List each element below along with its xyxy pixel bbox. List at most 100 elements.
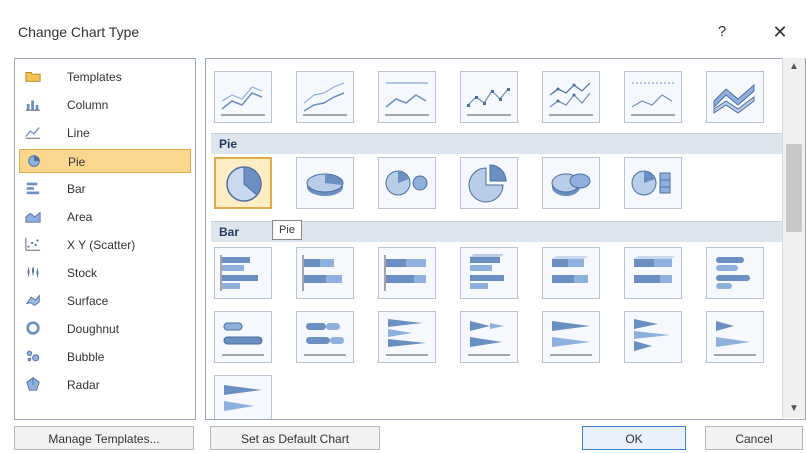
bar-subtype-tile[interactable] <box>706 311 764 363</box>
3d-clustered-bar-icon <box>470 254 504 289</box>
stacked-line-icon <box>303 82 347 116</box>
category-item-radar[interactable]: Radar <box>19 373 191 397</box>
stacked-bar-icon <box>302 255 342 291</box>
category-label: Stock <box>67 266 98 280</box>
100-stacked-cone-bar-icon <box>550 321 592 356</box>
bar-subtype-tile[interactable] <box>624 247 682 299</box>
line-subtype-tile[interactable] <box>542 71 600 123</box>
pie-subtype-tile[interactable] <box>542 157 600 209</box>
category-item-area[interactable]: Area <box>19 205 191 229</box>
stacked-pyramid-bar-icon <box>714 321 756 356</box>
exploded-pie-icon <box>468 164 507 203</box>
dialog-title: Change Chart Type <box>18 24 140 40</box>
bar-subtype-tile[interactable] <box>542 311 600 363</box>
set-default-chart-button[interactable]: Set as Default Chart <box>210 426 380 450</box>
scroll-up-icon[interactable]: ▲ <box>783 58 805 76</box>
percent-line-icon <box>385 82 429 116</box>
100-stacked-pyramid-bar-icon <box>224 385 262 411</box>
category-item-bar[interactable]: Bar <box>19 177 191 201</box>
category-item-scatter[interactable]: X Y (Scatter) <box>19 233 191 257</box>
ok-button[interactable]: OK <box>582 426 686 450</box>
cone-bar-icon <box>386 319 428 356</box>
category-item-doughnut[interactable]: Doughnut <box>19 317 191 341</box>
chart-category-list: Templates Column Line Pie Bar Area X Y (… <box>14 58 196 420</box>
bar-subtype-tile[interactable] <box>460 311 518 363</box>
bar-subtype-tile[interactable] <box>378 247 436 299</box>
category-item-templates[interactable]: Templates <box>19 65 191 89</box>
category-label: X Y (Scatter) <box>67 238 136 252</box>
line-subtype-tile[interactable] <box>378 71 436 123</box>
3d-exploded-pie-icon <box>551 173 591 196</box>
line-subtype-tile[interactable] <box>296 71 354 123</box>
bar-subtype-tile[interactable] <box>542 247 600 299</box>
category-item-pie[interactable]: Pie <box>19 149 191 173</box>
category-label: Bubble <box>67 350 105 364</box>
bar-subtype-tile[interactable] <box>460 247 518 299</box>
manage-templates-button[interactable]: Manage Templates... <box>14 426 194 450</box>
category-item-surface[interactable]: Surface <box>19 289 191 313</box>
scatter-chart-icon <box>25 237 41 251</box>
cylinder-bar-icon <box>716 257 750 289</box>
line-chart-icon <box>25 127 41 139</box>
pie-chart-icon <box>28 155 40 167</box>
cylinder-bar-icon <box>222 322 264 356</box>
3d-pie-icon <box>306 173 344 196</box>
bar-of-pie-icon <box>631 170 671 196</box>
line-chart-icon <box>221 86 265 116</box>
area-chart-icon <box>25 211 41 223</box>
category-label: Bar <box>67 182 86 196</box>
category-label: Templates <box>67 70 122 84</box>
pie-subtype-tile-selected[interactable] <box>214 157 272 209</box>
category-label: Pie <box>68 155 86 169</box>
100-stacked-bar-icon <box>384 255 426 291</box>
3d-line-icon <box>713 83 755 114</box>
category-label: Radar <box>67 378 100 392</box>
bar-subtype-tile[interactable] <box>706 247 764 299</box>
scroll-down-icon[interactable]: ▼ <box>783 400 805 418</box>
bar-subtype-tile[interactable] <box>214 247 272 299</box>
line-subtype-tile[interactable] <box>624 71 682 123</box>
stacked-cylinder-bar-icon <box>304 323 346 356</box>
help-button[interactable]: ? <box>710 20 734 44</box>
stacked-cone-bar-icon <box>468 321 510 356</box>
category-item-bubble[interactable]: Bubble <box>19 345 191 369</box>
bar-subtype-tile[interactable] <box>624 311 682 363</box>
title-bar: Change Chart Type ? ✕ <box>0 0 807 48</box>
pie-of-pie-icon <box>385 170 428 196</box>
section-label: Bar <box>219 225 240 239</box>
bubble-chart-icon <box>26 350 40 362</box>
category-label: Surface <box>67 294 109 308</box>
pie-subtype-tile[interactable] <box>624 157 682 209</box>
pie-subtype-tile[interactable] <box>296 157 354 209</box>
gallery-scrollbar[interactable]: ▲ ▼ <box>782 58 805 418</box>
scroll-thumb[interactable] <box>786 144 802 232</box>
line-subtype-tile[interactable] <box>460 71 518 123</box>
stacked-line-markers-icon <box>549 82 593 116</box>
pie-chart-icon <box>226 166 262 202</box>
stock-chart-icon <box>27 266 39 278</box>
line-markers-icon <box>467 88 511 116</box>
folder-icon <box>25 72 41 82</box>
bar-chart-icon <box>26 182 40 195</box>
section-header-pie: Pie <box>211 133 786 154</box>
bar-subtype-tile[interactable] <box>296 247 354 299</box>
category-label: Area <box>67 210 93 224</box>
3d-stacked-bar-icon <box>552 256 588 283</box>
bar-subtype-tile[interactable] <box>378 311 436 363</box>
category-item-stock[interactable]: Stock <box>19 261 191 285</box>
radar-chart-icon <box>26 377 40 391</box>
doughnut-chart-icon <box>26 321 40 335</box>
category-item-line[interactable]: Line <box>19 121 191 145</box>
close-button[interactable]: ✕ <box>766 20 794 44</box>
pie-subtype-tile[interactable] <box>460 157 518 209</box>
bar-subtype-tile[interactable] <box>214 311 272 363</box>
category-label: Column <box>67 98 109 112</box>
section-label: Pie <box>219 137 238 151</box>
pie-subtype-tile[interactable] <box>378 157 436 209</box>
cancel-button[interactable]: Cancel <box>705 426 803 450</box>
bar-subtype-tile[interactable] <box>296 311 354 363</box>
bar-subtype-tile[interactable] <box>214 375 272 419</box>
category-item-column[interactable]: Column <box>19 93 191 117</box>
line-subtype-tile[interactable] <box>706 71 764 123</box>
line-subtype-tile[interactable] <box>214 71 272 123</box>
